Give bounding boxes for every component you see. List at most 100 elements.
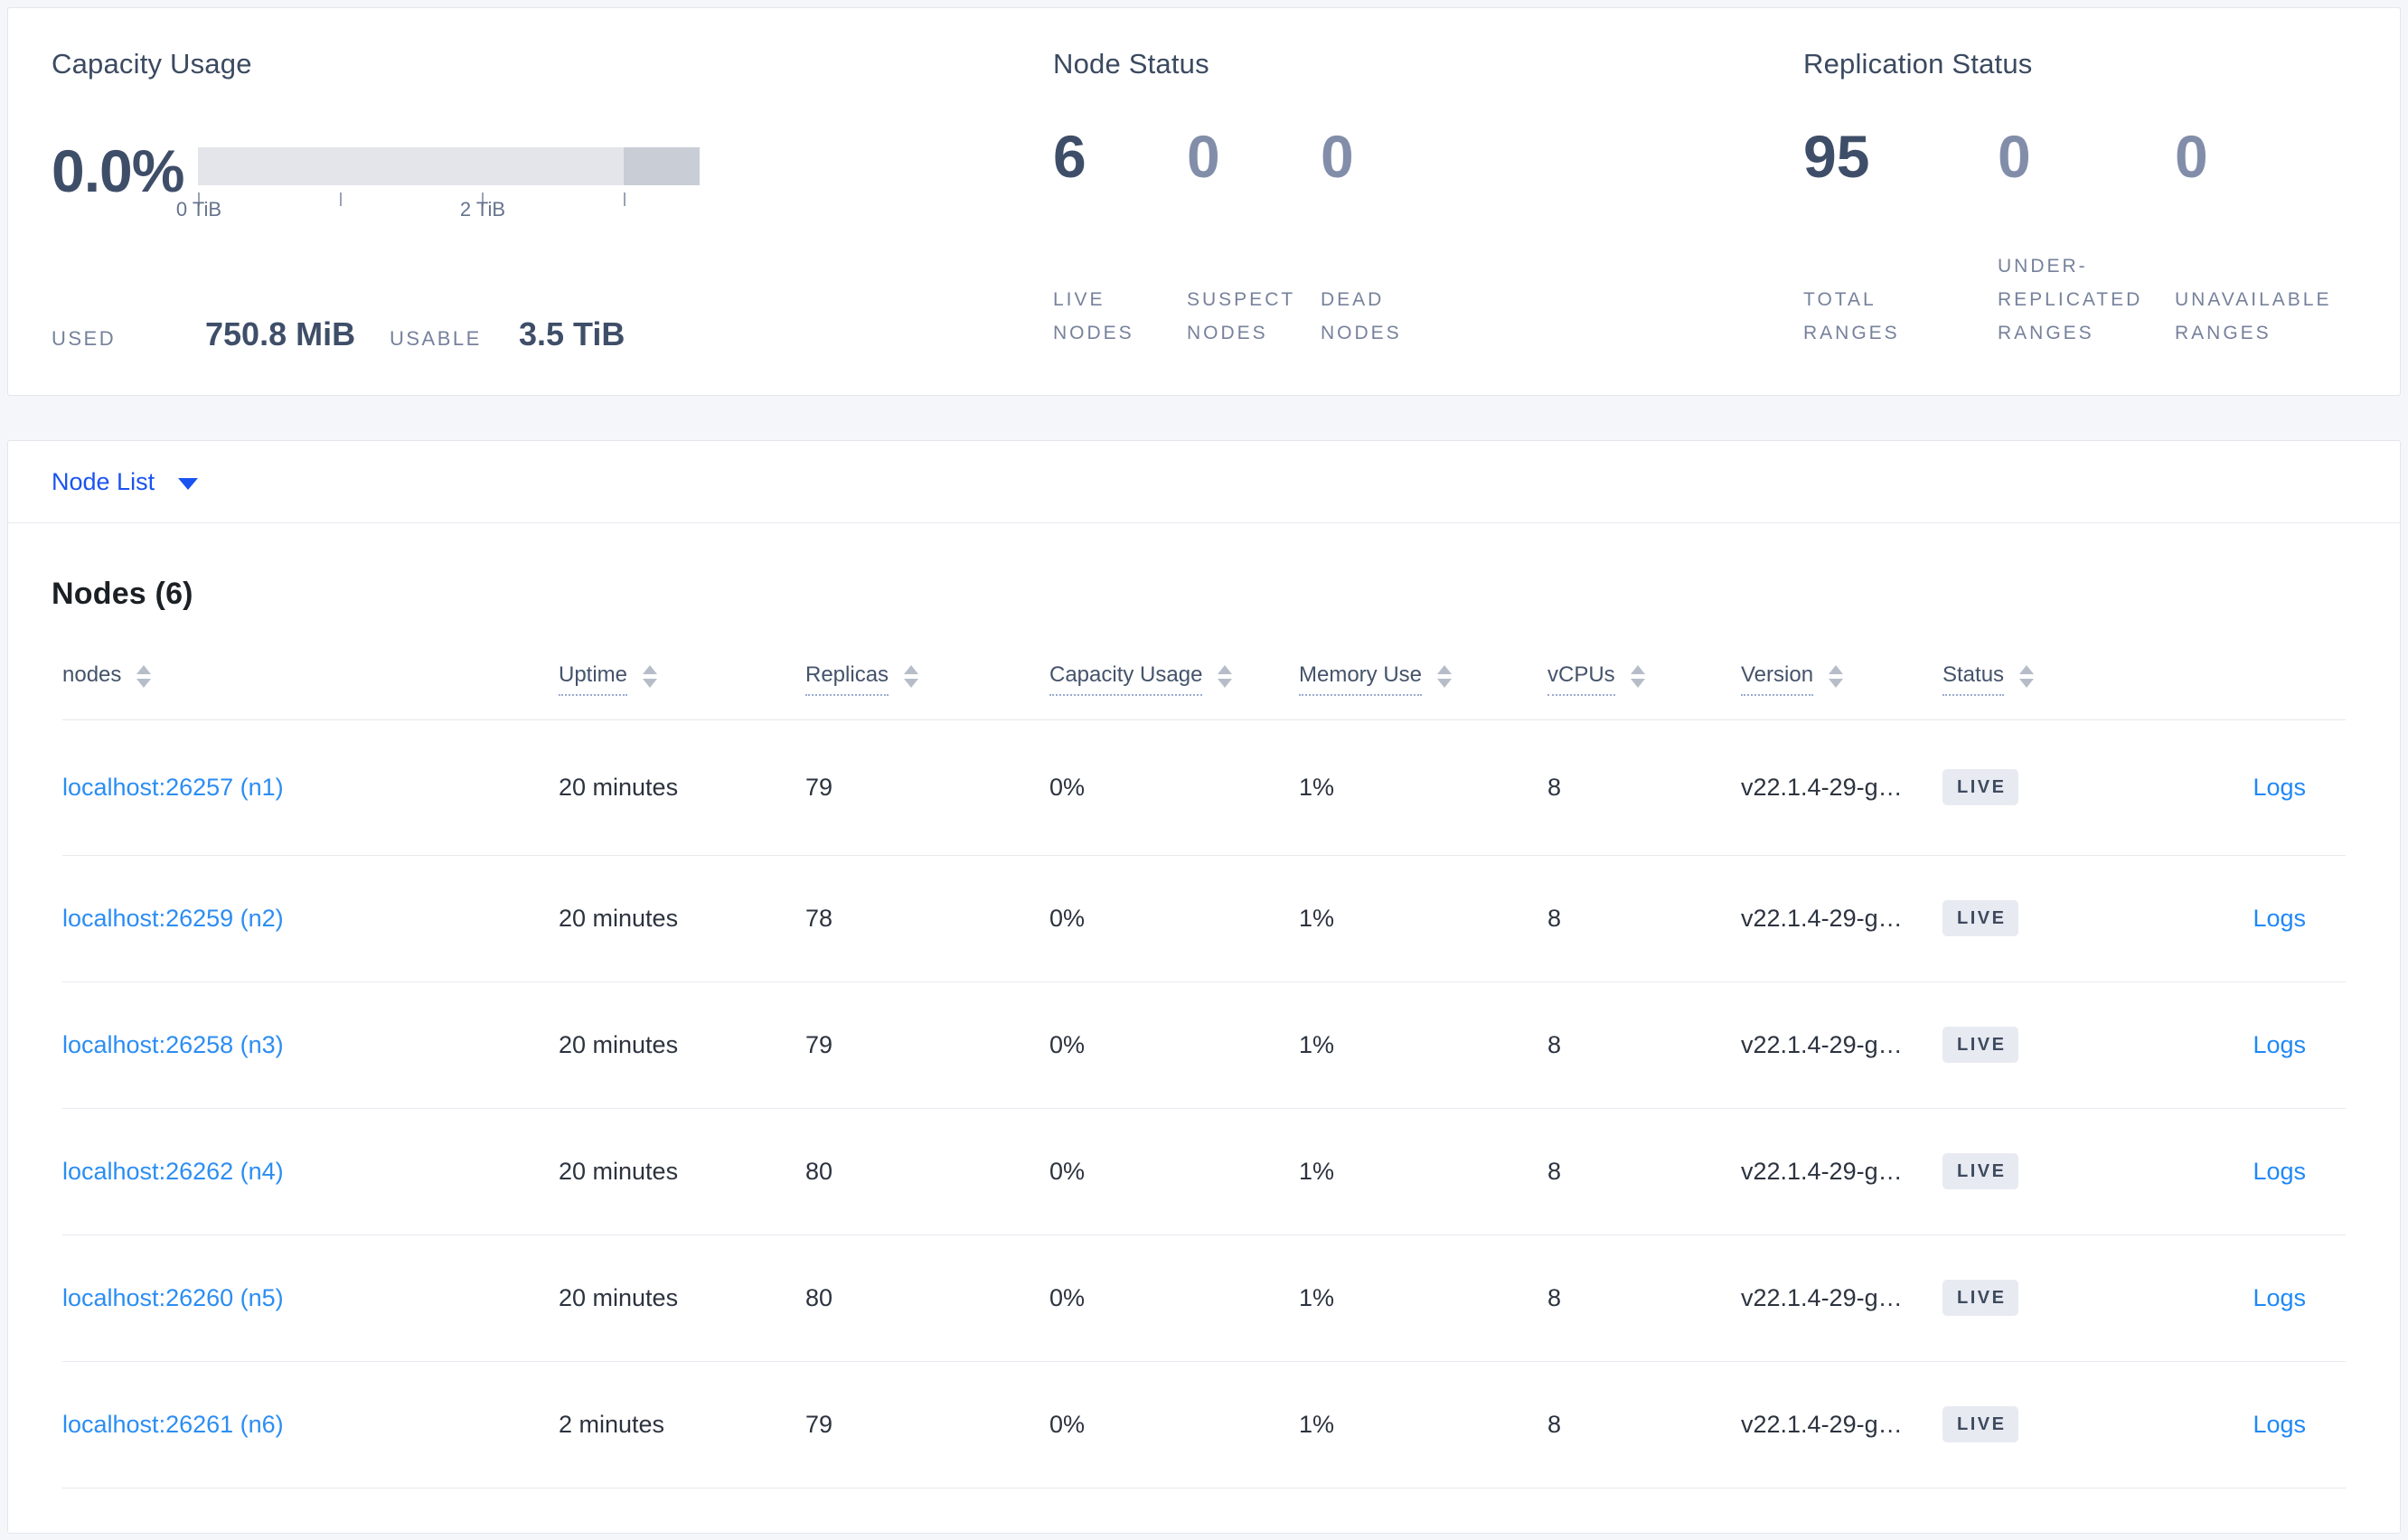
memory-use-cell: 1% xyxy=(1299,719,1547,856)
logs-link[interactable]: Logs xyxy=(2253,774,2306,801)
logs-link[interactable]: Logs xyxy=(2253,1031,2306,1058)
table-header-row: nodes Uptime Replicas Capacity Usage Mem… xyxy=(62,634,2346,720)
axis-tick-label: 2 TiB xyxy=(459,198,506,221)
version-cell: v22.1.4-29-g… xyxy=(1741,1361,1942,1488)
table-row: localhost:26262 (n4) 20 minutes 80 0% 1%… xyxy=(62,1108,2346,1235)
used-label: USED xyxy=(52,327,117,350)
replicas-cell: 79 xyxy=(805,1361,1049,1488)
view-selector-row: Node List xyxy=(8,441,2400,523)
uptime-cell: 20 minutes xyxy=(559,1235,805,1362)
status-badge: LIVE xyxy=(1942,769,2019,805)
replicas-cell: 80 xyxy=(805,1235,1049,1362)
sort-icon[interactable] xyxy=(904,664,919,688)
capacity-usage-cell: 0% xyxy=(1049,1361,1299,1488)
status-badge: LIVE xyxy=(1942,1280,2019,1316)
used-value: 750.8 MiB xyxy=(205,315,356,352)
uptime-cell: 2 minutes xyxy=(559,1361,805,1488)
table-row: localhost:26260 (n5) 20 minutes 80 0% 1%… xyxy=(62,1235,2346,1362)
uptime-cell: 20 minutes xyxy=(559,1108,805,1235)
total-ranges-stat: 95 TOTAL RANGES xyxy=(1803,124,1998,350)
live-nodes-stat: 6 LIVE NODES xyxy=(1053,124,1187,350)
capacity-usage-cell: 0% xyxy=(1049,1235,1299,1362)
chevron-down-icon xyxy=(178,477,199,490)
dead-nodes-value: 0 xyxy=(1321,123,1354,190)
logs-link[interactable]: Logs xyxy=(2253,1158,2306,1185)
sort-icon[interactable] xyxy=(1829,664,1844,688)
node-link[interactable]: localhost:26260 (n5) xyxy=(62,1284,284,1311)
vcpus-cell: 8 xyxy=(1547,719,1741,856)
vcpus-cell: 8 xyxy=(1547,855,1741,982)
sort-icon[interactable] xyxy=(136,664,152,688)
live-nodes-label: LIVE NODES xyxy=(1053,289,1134,343)
nodes-table: nodes Uptime Replicas Capacity Usage Mem… xyxy=(62,634,2346,1488)
uptime-cell: 20 minutes xyxy=(559,855,805,982)
memory-use-cell: 1% xyxy=(1299,1108,1547,1235)
sort-icon[interactable] xyxy=(2019,664,2035,688)
node-status-title: Node Status xyxy=(1053,48,1209,80)
replication-status-section: Replication Status 95 TOTAL RANGES 0 UND… xyxy=(1803,48,2365,350)
logs-link[interactable]: Logs xyxy=(2253,1284,2306,1311)
node-link[interactable]: localhost:26262 (n4) xyxy=(62,1158,284,1185)
vcpus-cell: 8 xyxy=(1547,981,1741,1109)
version-cell: v22.1.4-29-g… xyxy=(1741,1108,1942,1235)
capacity-usage-cell: 0% xyxy=(1049,1108,1299,1235)
capacity-usage-title: Capacity Usage xyxy=(52,48,252,80)
sort-icon[interactable] xyxy=(1437,664,1453,688)
sort-icon[interactable] xyxy=(1630,664,1645,688)
column-header-memory-use[interactable]: Memory Use xyxy=(1299,634,1547,720)
column-header-uptime[interactable]: Uptime xyxy=(559,634,805,720)
column-header-status[interactable]: Status xyxy=(1942,634,2176,720)
axis-tick-label: 0 TiB xyxy=(175,198,222,221)
uptime-cell: 20 minutes xyxy=(559,719,805,856)
node-list-dropdown-label: Node List xyxy=(52,467,155,495)
dead-nodes-stat: 0 DEAD NODES xyxy=(1321,124,1454,350)
vcpus-cell: 8 xyxy=(1547,1108,1741,1235)
status-badge: LIVE xyxy=(1942,1406,2019,1442)
suspect-nodes-label: SUSPECT NODES xyxy=(1187,289,1295,343)
replication-status-title: Replication Status xyxy=(1803,48,2033,80)
replicas-cell: 80 xyxy=(805,1108,1049,1235)
table-row: localhost:26259 (n2) 20 minutes 78 0% 1%… xyxy=(62,855,2346,982)
dead-nodes-label: DEAD NODES xyxy=(1321,289,1402,343)
axis-tick xyxy=(624,192,626,206)
node-link[interactable]: localhost:26258 (n3) xyxy=(62,1031,284,1058)
table-row: localhost:26257 (n1) 20 minutes 79 0% 1%… xyxy=(62,719,2346,856)
replicas-cell: 78 xyxy=(805,855,1049,982)
node-list-panel: Node List Nodes (6) nodes Uptime Replica… xyxy=(7,440,2401,1534)
usable-label: USABLE xyxy=(390,327,482,350)
column-header-nodes[interactable]: nodes xyxy=(62,634,559,720)
node-link[interactable]: localhost:26257 (n1) xyxy=(62,774,284,801)
status-badge: LIVE xyxy=(1942,1027,2019,1063)
memory-use-cell: 1% xyxy=(1299,1235,1547,1362)
version-cell: v22.1.4-29-g… xyxy=(1741,855,1942,982)
uptime-cell: 20 minutes xyxy=(559,981,805,1109)
cluster-summary-panel: Capacity Usage 0.0% 0 TiB 2 TiB USED 750… xyxy=(7,7,2401,396)
node-link[interactable]: localhost:26259 (n2) xyxy=(62,905,284,932)
under-replicated-ranges-value: 0 xyxy=(1998,123,2031,190)
under-replicated-ranges-stat: 0 UNDER-REPLICATED RANGES xyxy=(1998,124,2175,350)
logs-link[interactable]: Logs xyxy=(2253,1411,2306,1438)
memory-use-cell: 1% xyxy=(1299,981,1547,1109)
vcpus-cell: 8 xyxy=(1547,1235,1741,1362)
node-list-dropdown[interactable]: Node List xyxy=(52,467,199,496)
capacity-usage-cell: 0% xyxy=(1049,855,1299,982)
sort-icon[interactable] xyxy=(643,664,658,688)
sort-icon[interactable] xyxy=(1218,664,1233,688)
version-cell: v22.1.4-29-g… xyxy=(1741,1235,1942,1362)
vcpus-cell: 8 xyxy=(1547,1361,1741,1488)
under-replicated-ranges-label: UNDER-REPLICATED RANGES xyxy=(1998,256,2143,343)
column-header-logs xyxy=(2176,634,2346,720)
nodes-heading: Nodes (6) xyxy=(52,577,193,611)
node-link[interactable]: localhost:26261 (n6) xyxy=(62,1411,284,1438)
logs-link[interactable]: Logs xyxy=(2253,905,2306,932)
column-header-replicas[interactable]: Replicas xyxy=(805,634,1049,720)
column-header-version[interactable]: Version xyxy=(1741,634,1942,720)
column-header-vcpus[interactable]: vCPUs xyxy=(1547,634,1741,720)
axis-tick xyxy=(340,192,342,206)
column-header-capacity-usage[interactable]: Capacity Usage xyxy=(1049,634,1299,720)
capacity-usage-cell: 0% xyxy=(1049,981,1299,1109)
capacity-percent: 0.0% xyxy=(52,137,184,204)
capacity-bar-track xyxy=(198,147,700,185)
memory-use-cell: 1% xyxy=(1299,855,1547,982)
unavailable-ranges-stat: 0 UNAVAILABLE RANGES xyxy=(2175,124,2365,350)
